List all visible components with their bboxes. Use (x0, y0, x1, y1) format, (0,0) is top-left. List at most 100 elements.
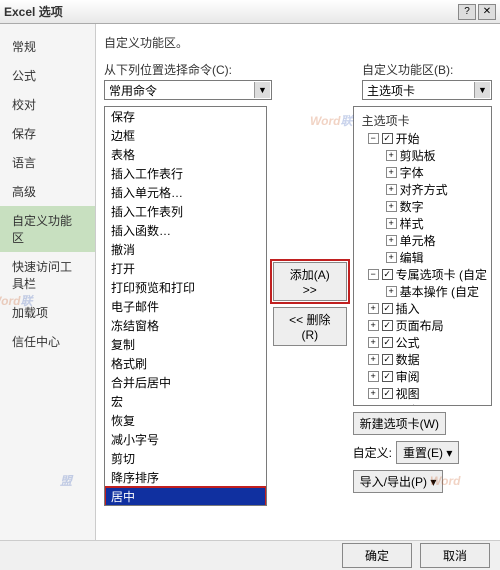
sidebar-item[interactable]: 快速访问工具栏 (0, 252, 95, 298)
expand-icon[interactable]: + (368, 303, 379, 314)
sidebar-item[interactable]: 加载项 (0, 298, 95, 327)
tree-child[interactable]: +编辑 (386, 249, 487, 266)
list-item[interactable]: 插入工作表行 (105, 164, 266, 183)
add-button[interactable]: 添加(A) >> (273, 262, 347, 301)
tree-node[interactable]: +✓审阅 (358, 368, 487, 385)
list-item[interactable]: 降序排序 (105, 468, 266, 487)
tree-node[interactable]: +✓插入 (358, 300, 487, 317)
expand-icon[interactable]: + (368, 337, 379, 348)
panels-row: 保存边框表格插入工作表行插入单元格…插入工作表列插入函数…撤消打开打印预览和打印… (104, 106, 492, 530)
expand-icon[interactable]: + (368, 371, 379, 382)
expand-icon[interactable]: + (368, 320, 379, 331)
checkbox[interactable]: ✓ (382, 303, 393, 314)
list-item[interactable]: 复制 (105, 335, 266, 354)
list-item[interactable]: 电子邮件 (105, 297, 266, 316)
list-item[interactable]: 插入工作表列 (105, 202, 266, 221)
import-export-button[interactable]: 导入/导出(P) ▾ (353, 470, 444, 493)
expand-icon[interactable]: + (368, 354, 379, 365)
tree-child[interactable]: +基本操作 (自定 (386, 283, 487, 300)
list-item[interactable]: 保存 (105, 107, 266, 126)
commands-from-label: 从下列位置选择命令(C): (104, 61, 272, 78)
chevron-down-icon: ▼ (254, 82, 270, 98)
list-item[interactable]: 打开 (105, 259, 266, 278)
tree-child[interactable]: +字体 (386, 164, 487, 181)
tree-child[interactable]: +单元格 (386, 232, 487, 249)
command-list[interactable]: 保存边框表格插入工作表行插入单元格…插入工作表列插入函数…撤消打开打印预览和打印… (104, 106, 267, 506)
combo-row: 从下列位置选择命令(C): 常用命令 ▼ 自定义功能区(B): 主选项卡 ▼ (104, 61, 492, 100)
expand-icon[interactable]: + (386, 167, 397, 178)
tree-child[interactable]: +样式 (386, 215, 487, 232)
sidebar-item[interactable]: 自定义功能区 (0, 206, 95, 252)
expand-icon[interactable]: + (368, 388, 379, 399)
checkbox[interactable]: ✓ (382, 388, 393, 399)
reset-button[interactable]: 重置(E) ▾ (396, 441, 459, 464)
remove-button[interactable]: << 删除(R) (273, 307, 347, 346)
ok-button[interactable]: 确定 (342, 543, 412, 568)
list-item[interactable]: 表格 (105, 145, 266, 164)
tree-node[interactable]: +✓公式 (358, 334, 487, 351)
tree-label: 公式 (396, 334, 420, 351)
commands-from-value: 常用命令 (109, 82, 157, 99)
tree-label: 数据 (396, 351, 420, 368)
list-item[interactable]: 冻结窗格 (105, 316, 266, 335)
expand-icon[interactable]: + (368, 405, 379, 406)
tree-node[interactable]: −✓开始 (358, 130, 487, 147)
tree-actions: 新建选项卡(W) 自定义: 重置(E) ▾ 导入/导出(P) ▾ (353, 412, 492, 493)
list-item[interactable]: 撤消 (105, 240, 266, 259)
checkbox[interactable] (382, 405, 393, 406)
expand-icon[interactable]: + (386, 150, 397, 161)
expand-icon[interactable]: − (368, 269, 379, 280)
sidebar-item[interactable]: 保存 (0, 119, 95, 148)
cancel-button[interactable]: 取消 (420, 543, 490, 568)
expand-icon[interactable]: + (386, 184, 397, 195)
list-item[interactable]: 插入函数… (105, 221, 266, 240)
expand-icon[interactable]: + (386, 252, 397, 263)
list-item[interactable]: 剪切 (105, 449, 266, 468)
tree-node[interactable]: +✓视图 (358, 385, 487, 402)
list-item[interactable]: 居中 (105, 487, 266, 506)
tree-node[interactable]: +✓页面布局 (358, 317, 487, 334)
checkbox[interactable]: ✓ (382, 354, 393, 365)
sidebar-item[interactable]: 语言 (0, 148, 95, 177)
list-item[interactable]: 插入单元格… (105, 183, 266, 202)
list-item[interactable]: 恢复 (105, 411, 266, 430)
tree-label: 开发工具 (396, 402, 444, 406)
sidebar-item[interactable]: 常规 (0, 32, 95, 61)
close-button[interactable]: ✕ (478, 4, 496, 20)
expand-icon[interactable]: + (386, 286, 397, 297)
sidebar-item[interactable]: 高级 (0, 177, 95, 206)
commands-from-combo[interactable]: 常用命令 ▼ (104, 80, 272, 100)
dialog-footer: 确定 取消 (0, 540, 500, 570)
customize-ribbon-combo[interactable]: 主选项卡 ▼ (362, 80, 492, 100)
tree-child[interactable]: +对齐方式 (386, 181, 487, 198)
list-item[interactable]: 合并后居中 (105, 373, 266, 392)
checkbox[interactable]: ✓ (382, 320, 393, 331)
ribbon-tree[interactable]: 主选项卡−✓开始+剪贴板+字体+对齐方式+数字+样式+单元格+编辑−✓专属选项卡… (353, 106, 492, 406)
new-tab-button[interactable]: 新建选项卡(W) (353, 412, 446, 435)
checkbox[interactable]: ✓ (382, 371, 393, 382)
expand-icon[interactable]: + (386, 201, 397, 212)
tree-label: 字体 (400, 164, 424, 181)
sidebar-item[interactable]: 公式 (0, 61, 95, 90)
tree-label: 插入 (396, 300, 420, 317)
list-item[interactable]: 格式刷 (105, 354, 266, 373)
list-item[interactable]: 宏 (105, 392, 266, 411)
checkbox[interactable]: ✓ (382, 337, 393, 348)
tree-label: 编辑 (400, 249, 424, 266)
expand-icon[interactable]: − (368, 133, 379, 144)
sidebar-item[interactable]: 校对 (0, 90, 95, 119)
expand-icon[interactable]: + (386, 218, 397, 229)
tree-node[interactable]: +✓数据 (358, 351, 487, 368)
tree-child[interactable]: +数字 (386, 198, 487, 215)
expand-icon[interactable]: + (386, 235, 397, 246)
checkbox[interactable]: ✓ (382, 269, 393, 280)
list-item[interactable]: 减小字号 (105, 430, 266, 449)
tree-node[interactable]: −✓专属选项卡 (自定 (358, 266, 487, 283)
list-item[interactable]: 打印预览和打印 (105, 278, 266, 297)
tree-child[interactable]: +剪贴板 (386, 147, 487, 164)
tree-node[interactable]: + 开发工具 (358, 402, 487, 406)
list-item[interactable]: 边框 (105, 126, 266, 145)
help-button[interactable]: ? (458, 4, 476, 20)
sidebar-item[interactable]: 信任中心 (0, 327, 95, 356)
checkbox[interactable]: ✓ (382, 133, 393, 144)
